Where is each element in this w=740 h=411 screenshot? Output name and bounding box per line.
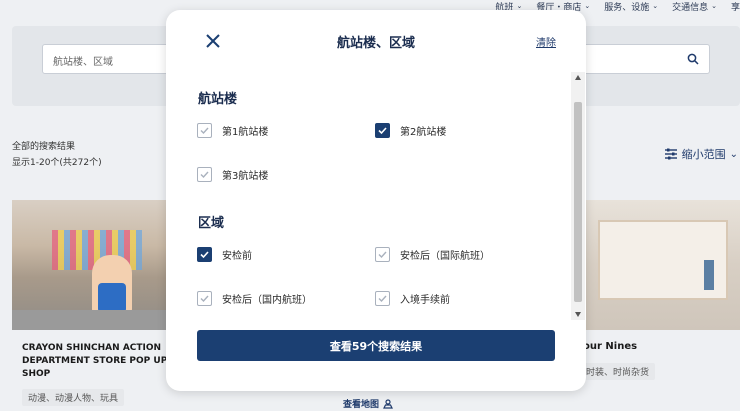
checkmark-icon	[378, 251, 387, 259]
checkmark-icon	[200, 295, 209, 303]
filter-scroll-area[interactable]: 航站楼 第1航站楼 第2航站楼 第3航站楼 区域 安检前 安检后（国际航班） 安…	[166, 72, 586, 320]
scroll-up-arrow-icon[interactable]	[575, 75, 581, 80]
nav-item-services[interactable]: 服务、设施 ⌄	[604, 0, 659, 13]
results-title: 全部的搜索结果	[12, 142, 76, 152]
checkbox-area-before-immigration[interactable]: 入境手续前	[375, 291, 450, 306]
category-tag: 时装、时尚杂货	[580, 363, 656, 380]
checkbox-terminal-3[interactable]: 第3航站楼	[197, 167, 268, 182]
shop-card-image-our-nines[interactable]	[586, 200, 740, 330]
view-results-button[interactable]: 查看59个搜索结果	[197, 330, 555, 361]
section-heading-area: 区域	[198, 216, 225, 231]
checkbox-label: 入境手续前	[400, 295, 450, 306]
checkbox-terminal-1[interactable]: 第1航站楼	[197, 123, 268, 138]
nav-item-more[interactable]: 享	[730, 0, 740, 13]
nav-item-transport[interactable]: 交通信息 ⌄	[672, 0, 717, 13]
checkbox-box[interactable]	[375, 123, 390, 138]
search-placeholder: 航站楼、区域	[53, 57, 113, 68]
checkmark-icon	[378, 295, 387, 303]
narrow-down-label: 缩小范围	[681, 148, 726, 161]
filter-sliders-icon	[664, 148, 677, 160]
checkmark-icon	[200, 171, 209, 179]
chevron-down-icon: ⌄	[516, 2, 523, 10]
checkbox-label: 第2航站楼	[400, 127, 447, 138]
view-map-label: 查看地图	[343, 400, 380, 410]
nav-label: 享	[730, 2, 740, 13]
character-figure-graphic	[92, 255, 132, 315]
checkbox-area-after-security-international[interactable]: 安检后（国际航班）	[375, 247, 490, 262]
checkbox-area-before-security[interactable]: 安检前	[197, 247, 252, 262]
checkbox-label: 第1航站楼	[222, 127, 269, 138]
checkbox-label: 安检后（国内航班）	[222, 295, 312, 306]
checkbox-box[interactable]	[375, 247, 390, 262]
checkbox-label: 安检前	[222, 251, 252, 262]
checkbox-box[interactable]	[375, 291, 390, 306]
checkbox-box[interactable]	[197, 291, 212, 306]
category-tag: 动漫、动漫人物、玩具	[22, 389, 125, 406]
narrow-down-button[interactable]: 缩小范围 ⌄	[664, 146, 738, 162]
chevron-down-icon: ⌄	[711, 2, 717, 10]
scrollbar[interactable]	[571, 72, 585, 320]
checkbox-terminal-2[interactable]: 第2航站楼	[375, 123, 446, 138]
section-heading-terminal: 航站楼	[198, 92, 238, 107]
view-map-link[interactable]: 查看地图	[343, 397, 393, 410]
chevron-down-icon: ⌄	[584, 2, 591, 10]
filter-modal: 航站楼、区域 清除 航站楼 第1航站楼 第2航站楼 第3航站楼 区域 安检前 安…	[166, 10, 586, 391]
checkbox-label: 第3航站楼	[222, 171, 269, 182]
checkbox-area-after-security-domestic[interactable]: 安检后（国内航班）	[197, 291, 312, 306]
shop-card-image-crayon-shinchan[interactable]	[12, 200, 168, 330]
scrollbar-thumb[interactable]	[574, 102, 582, 302]
shop-card-title[interactable]: CRAYON SHINCHAN ACTION DEPARTMENT STORE …	[22, 342, 172, 381]
chevron-down-icon: ⌄	[652, 2, 659, 10]
checkmark-icon	[200, 127, 209, 135]
modal-title: 航站楼、区域	[336, 36, 415, 51]
checkbox-box[interactable]	[197, 247, 212, 262]
checkbox-box[interactable]	[197, 123, 212, 138]
checkmark-icon	[200, 251, 209, 259]
checkmark-icon	[378, 127, 387, 135]
results-count: 显示1-20个(共272个)	[12, 158, 102, 168]
nav-label: 服务、设施	[604, 2, 650, 13]
map-person-icon	[383, 398, 393, 409]
display-screen-graphic	[704, 260, 714, 290]
search-icon[interactable]	[687, 53, 699, 65]
chevron-down-icon: ⌄	[729, 148, 738, 160]
checkbox-label: 安检后（国际航班）	[400, 251, 490, 262]
checkbox-box[interactable]	[197, 167, 212, 182]
nav-label: 交通信息	[672, 2, 709, 13]
scroll-down-arrow-icon[interactable]	[575, 312, 581, 317]
floor-graphic	[12, 310, 168, 330]
shop-card-title[interactable]: our Nines	[583, 341, 637, 352]
clear-button[interactable]: 清除	[536, 34, 556, 49]
